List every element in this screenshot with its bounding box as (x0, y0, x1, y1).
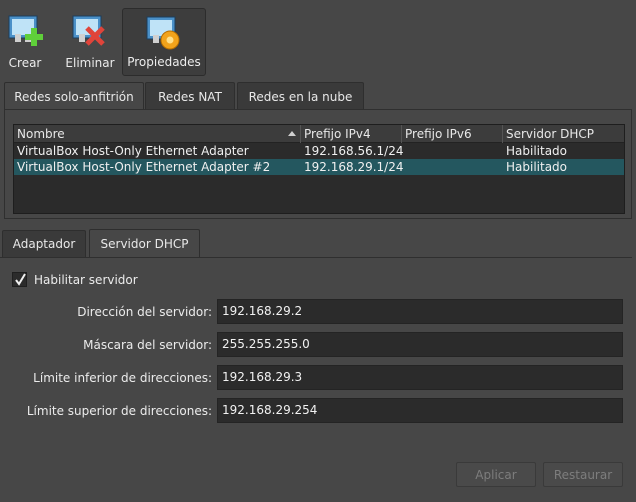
row-ipv6 (402, 159, 405, 175)
table-header: Nombre Prefijo IPv4 Prefijo IPv6 Servido… (14, 125, 624, 143)
remove-label: Eliminar (65, 56, 115, 70)
column-header-name-text: Nombre (17, 127, 65, 141)
column-header-ipv6[interactable]: Prefijo IPv6 (402, 125, 503, 143)
row-ipv4: 192.168.56.1/24 (304, 144, 404, 158)
host-only-pane: Nombre Prefijo IPv4 Prefijo IPv6 Servido… (4, 109, 632, 219)
tab-dhcp-server-label: Servidor DHCP (100, 237, 189, 251)
enable-server-checkbox[interactable] (12, 272, 27, 287)
lower-bound-field[interactable]: 192.168.29.3 (217, 365, 623, 390)
remove-network-icon (72, 15, 105, 46)
checkmark-icon (15, 273, 26, 286)
column-header-dhcp[interactable]: Servidor DHCP (503, 125, 624, 143)
tab-nat[interactable]: Redes NAT (145, 82, 235, 110)
row-name: VirtualBox Host-Only Ethernet Adapter #2 (17, 160, 271, 174)
create-network-icon (8, 15, 43, 46)
networks-table[interactable]: Nombre Prefijo IPv4 Prefijo IPv6 Servido… (13, 124, 625, 214)
apply-button[interactable]: Aplicar (456, 462, 536, 487)
create-label: Crear (8, 56, 42, 70)
server-address-label: Dirección del servidor: (77, 305, 212, 319)
tab-cloud-label: Redes en la nube (248, 89, 353, 104)
tab-host-only-label: Redes solo-anfitrión (14, 90, 134, 104)
table-row[interactable]: VirtualBox Host-Only Ethernet Adapter 19… (14, 143, 624, 159)
remove-button[interactable]: Eliminar (62, 8, 118, 76)
properties-gear-icon (146, 16, 180, 50)
tab-adapter[interactable]: Adaptador (2, 230, 86, 257)
upper-bound-label: Límite superior de direcciones: (26, 404, 212, 418)
enable-server-label: Habilitar servidor (34, 273, 138, 287)
table-row-selected[interactable]: VirtualBox Host-Only Ethernet Adapter #2… (14, 159, 624, 175)
server-address-field[interactable]: 192.168.29.2 (217, 299, 623, 324)
sort-ascending-icon (288, 131, 296, 136)
row-ipv4: 192.168.29.1/24 (304, 160, 404, 174)
upper-bound-field[interactable]: 192.168.29.254 (217, 398, 623, 423)
column-header-ipv4[interactable]: Prefijo IPv4 (301, 125, 402, 143)
tab-adapter-label: Adaptador (12, 237, 76, 251)
row-ipv6 (402, 143, 405, 159)
tab-nat-label: Redes NAT (158, 89, 222, 104)
row-dhcp: Habilitado (506, 160, 568, 174)
toolbar: Crear Eliminar Propiedades (0, 0, 636, 80)
properties-label: Propiedades (127, 55, 201, 69)
tab-host-only[interactable]: Redes solo-anfitrión (4, 82, 144, 111)
lower-bound-label: Límite inferior de direcciones: (33, 371, 212, 385)
create-button[interactable]: Crear (2, 8, 48, 76)
column-header-name[interactable]: Nombre (14, 125, 301, 143)
network-type-tabs: Redes solo-anfitrión Redes NAT Redes en … (0, 82, 636, 111)
row-dhcp: Habilitado (506, 144, 568, 158)
tab-dhcp-server[interactable]: Servidor DHCP (89, 229, 200, 258)
tab-cloud[interactable]: Redes en la nube (237, 82, 364, 110)
row-name: VirtualBox Host-Only Ethernet Adapter (17, 144, 249, 158)
details-tabs: Adaptador Servidor DHCP (0, 229, 636, 258)
server-mask-field[interactable]: 255.255.255.0 (217, 332, 623, 357)
properties-button[interactable]: Propiedades (122, 8, 206, 76)
server-mask-label: Máscara del servidor: (83, 338, 212, 352)
reset-button[interactable]: Restaurar (543, 462, 623, 487)
